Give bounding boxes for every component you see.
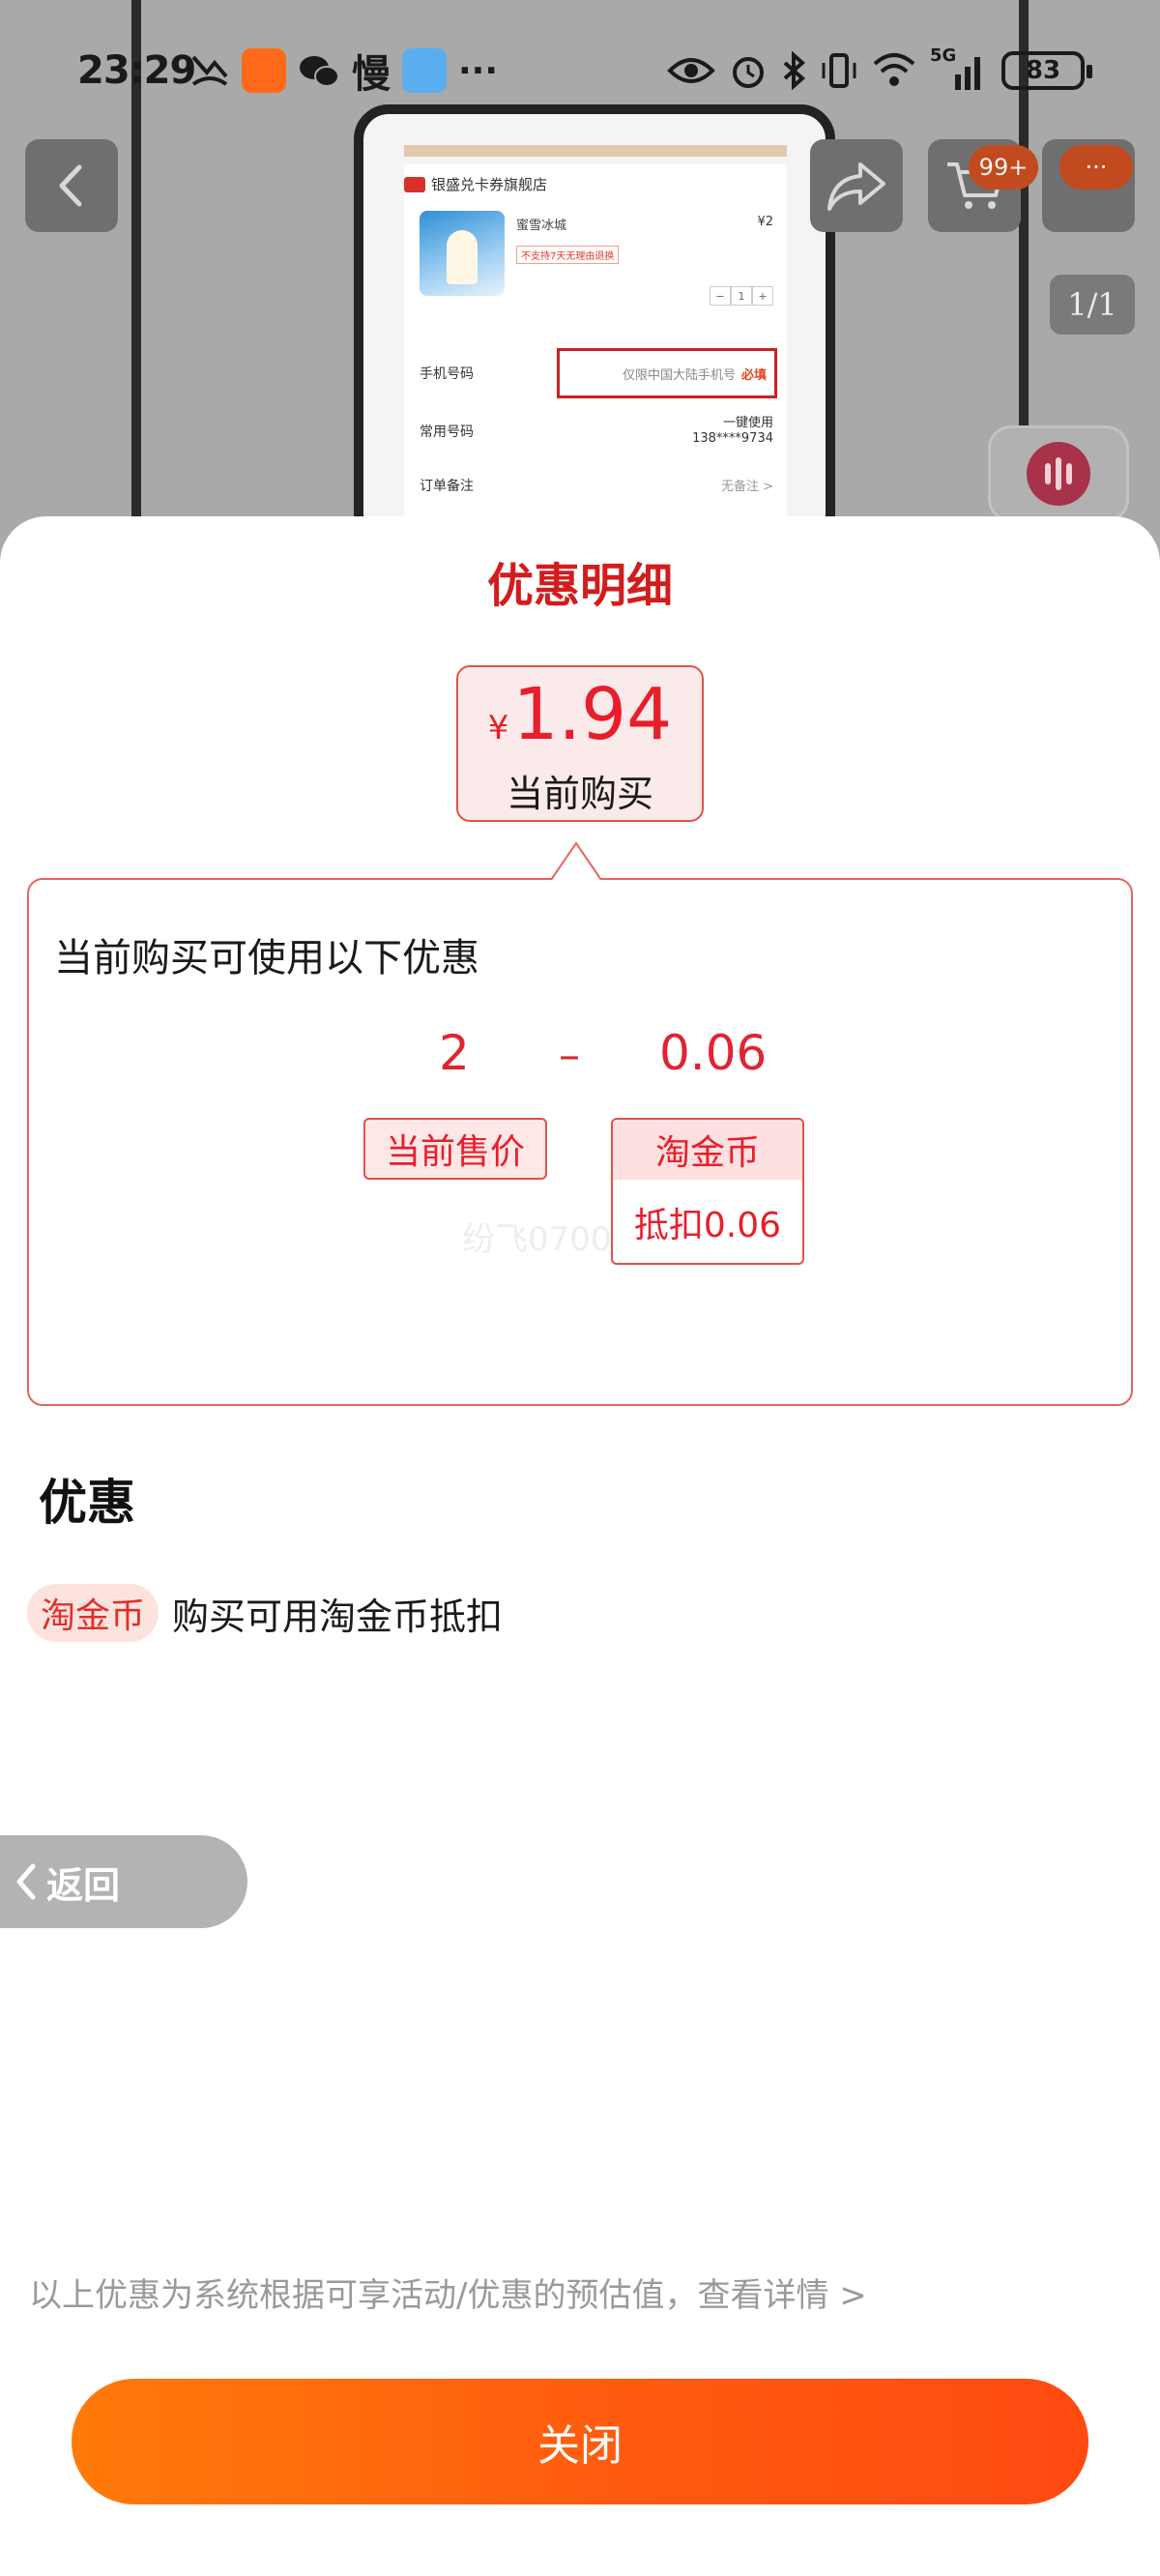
discount-detail-sheet: 优惠明细 ¥ 1.94 当前购买 当前购买可使用以下优惠 2 – 0.06 当前… (0, 516, 1160, 2576)
store-name-row: 银盛兑卡券旗舰店 (404, 174, 547, 194)
vibrate-icon (822, 53, 856, 88)
kuaishou-app-icon (242, 48, 286, 93)
promo-item: 淘金币 购买可用淘金币抵扣 (27, 1584, 503, 1642)
battery-icon: 83 (1001, 51, 1092, 90)
share-icon (827, 162, 885, 211)
discount-calculation-box: 当前购买可使用以下优惠 2 – 0.06 当前售价 淘金币 抵扣0.06 纷飞0… (27, 878, 1133, 1406)
wifi-icon (873, 53, 915, 86)
qty-minus-icon: − (710, 286, 731, 306)
phone-label: 手机号码 (420, 366, 474, 382)
phone-input-highlight: 仅限中国大陆手机号 必填 (557, 348, 777, 398)
phone-header-strip (404, 145, 787, 157)
minus-operator: – (559, 1031, 580, 1080)
taojinbi-discount-tag: 淘金币 抵扣0.06 (611, 1118, 804, 1265)
sound-wave-icon (1027, 442, 1090, 506)
product-price: ¥2 (757, 215, 773, 229)
calculation-heading: 当前购买可使用以下优惠 (54, 936, 479, 981)
store-logo-icon (404, 176, 425, 192)
qty-value: 1 (731, 286, 752, 306)
price-amount: ¥ 1.94 (458, 673, 702, 756)
currency-symbol: ¥ (487, 709, 509, 747)
sheet-title: 优惠明细 (486, 559, 673, 613)
product-return-tag: 不支持7天无理由退换 (516, 246, 620, 264)
order-note-value: 无备注 > (720, 480, 773, 494)
qty-plus-icon: + (752, 286, 773, 306)
more-notifications-icon: ··· (458, 50, 499, 91)
phone-placeholder: 仅限中国大陆手机号 (622, 367, 736, 383)
base-price-tag: 当前售价 (363, 1118, 547, 1180)
close-button[interactable]: 关闭 (72, 2379, 1088, 2504)
notification-icons: 慢 ··· (189, 43, 498, 99)
image-page-indicator: 1/1 (1050, 275, 1135, 335)
status-bar: 23:29 慢 ··· 5G 83 (0, 39, 1160, 102)
back-label: 返回 (46, 1862, 121, 1907)
discount-value: 0.06 (659, 1025, 768, 1081)
more-menu-icon[interactable]: ··· (1059, 145, 1133, 190)
bluetooth-icon (783, 51, 806, 90)
battery-level: 83 (1025, 56, 1061, 85)
product-thumbnail (420, 211, 505, 296)
voice-assistant-button[interactable] (988, 425, 1129, 522)
taojinbi-tag-title: 淘金币 (613, 1120, 802, 1180)
common-number-action: 一键使用 (722, 416, 773, 430)
missed-call-icon (191, 55, 228, 86)
product-name: 蜜雪冰城 (516, 219, 567, 233)
eye-icon (667, 58, 715, 83)
status-time: 23:29 (77, 48, 196, 93)
promo-text: 购买可用淘金币抵扣 (172, 1595, 504, 1638)
floating-back-button[interactable]: 返回 (0, 1835, 247, 1928)
phone-screen: 银盛兑卡券旗舰店 蜜雪冰城 ¥2 不支持7天无理由退换 − 1 + 手机号码 仅… (404, 164, 787, 540)
system-icons: 5G 83 (667, 45, 1092, 92)
quantity-stepper: − 1 + (710, 286, 773, 306)
base-price-value: 2 (439, 1025, 470, 1081)
current-price-card: ¥ 1.94 当前购买 (456, 665, 704, 822)
price-value: 1.94 (512, 673, 673, 756)
chevron-left-icon (59, 164, 82, 207)
common-number-value: 138****9734 (692, 431, 773, 446)
chevron-left-icon (16, 1863, 36, 1900)
phone-required: 必填 (740, 367, 767, 383)
order-note-label: 订单备注 (420, 479, 474, 494)
weather-app-icon (402, 48, 447, 93)
alarm-icon (733, 57, 764, 88)
common-number-label: 常用号码 (420, 424, 474, 440)
store-name: 银盛兑卡券旗舰店 (431, 176, 548, 193)
watermark-text: 纷飞0700 (462, 1220, 612, 1259)
taojinbi-tag-desc: 抵扣0.06 (633, 1206, 782, 1245)
pointer-caret-icon (551, 841, 601, 892)
slow-app-icon: 慢 (352, 52, 391, 97)
promos-section-title: 优惠 (39, 1475, 135, 1531)
wechat-icon (300, 56, 339, 87)
cellular-signal-icon: 5G (930, 45, 988, 92)
back-button[interactable] (25, 139, 118, 232)
promo-tag: 淘金币 (27, 1584, 160, 1642)
share-button[interactable] (810, 139, 903, 232)
estimate-disclaimer-link[interactable]: 以上优惠为系统根据可享活动/优惠的预估值，查看详情 > (29, 2269, 867, 2316)
cart-count-badge: 99+ (969, 145, 1038, 190)
price-label: 当前购买 (506, 773, 653, 815)
product-image-phone: 银盛兑卡券旗舰店 蜜雪冰城 ¥2 不支持7天无理由退换 − 1 + 手机号码 仅… (354, 104, 835, 549)
